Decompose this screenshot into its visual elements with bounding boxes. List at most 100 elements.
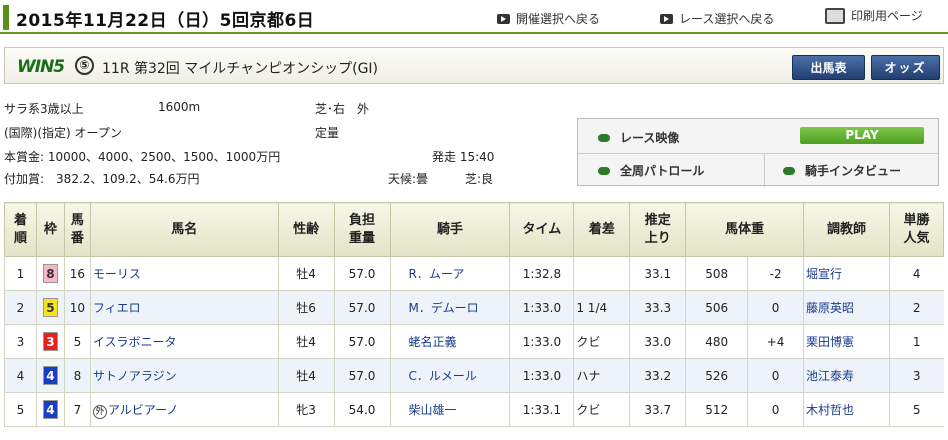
header-horse: 馬名 (89, 202, 279, 257)
cell-trainer: 藤原英昭 (803, 290, 890, 325)
cell-margin: クビ (573, 324, 630, 359)
weather: 天候:曇 (388, 172, 429, 186)
cell-margin: 1 1/4 (573, 290, 630, 325)
header-sexage: 性齢 (277, 202, 335, 257)
divider (764, 153, 765, 187)
horse-link[interactable]: サトノアラジン (93, 369, 177, 383)
header-number: 馬番 (63, 202, 91, 257)
jockey-link[interactable]: R．ムーア (409, 267, 465, 281)
play-icon (497, 13, 510, 24)
header-jockey: 騎手 (389, 202, 511, 257)
race-course: 芝･右 外 (315, 102, 370, 116)
cell-time: 1:33.1 (509, 392, 574, 427)
odds-button[interactable]: オッズ (871, 55, 940, 80)
jockey-link[interactable]: 蛯名正義 (409, 335, 457, 349)
race-type: (国際)(指定) オープン (4, 126, 122, 140)
cell-time: 1:33.0 (509, 358, 574, 393)
cell-sexage: 牝3 (277, 392, 335, 427)
foreign-bred-badge: 外 (92, 404, 107, 419)
back-to-race-link[interactable]: レース選択へ戻る (660, 10, 774, 27)
cell-trainer: 栗田博憲 (803, 324, 890, 359)
cell-bodyweight: 512 (685, 392, 748, 427)
cell-trainer: 木村哲也 (803, 392, 890, 427)
cell-weight: 57.0 (333, 358, 390, 393)
trainer-link[interactable]: 木村哲也 (806, 403, 854, 417)
print-page-link[interactable]: 印刷用ページ (825, 7, 923, 24)
cell-sexage: 牡4 (277, 324, 335, 359)
cell-rank: 5 (4, 392, 37, 427)
cell-jockey: 柴山雄一 (389, 392, 510, 427)
added-prize: 付加賞: 382.2、109.2、54.6万円 (4, 172, 200, 186)
header-trainer: 調教師 (803, 202, 890, 257)
cell-last3f: 33.0 (629, 324, 686, 359)
jockey-link[interactable]: M．デムーロ (409, 301, 479, 315)
race-video-label: レース映像 (620, 131, 680, 145)
cell-bodyweight: 526 (685, 358, 748, 393)
cell-bodyweight: 508 (685, 256, 748, 291)
frame-badge: 5 (42, 298, 58, 317)
race-name: 11R 第32回 マイルチャンピオンシップ(GI) (102, 61, 379, 77)
cell-rank: 3 (4, 324, 37, 359)
horse-link[interactable]: モーリス (93, 267, 141, 281)
weight-rule: 定量 (315, 126, 340, 140)
cell-weight: 57.0 (333, 256, 390, 291)
cell-bodyweight-diff: 0 (747, 392, 804, 427)
video-panel: レース映像 PLAY 全周パトロール 騎手インタビュー (577, 118, 939, 187)
cell-jockey: C．ルメール (389, 358, 510, 393)
race-distance: 1600m (158, 100, 201, 114)
video-icon (598, 133, 610, 142)
race-video-link[interactable]: レース映像 (598, 129, 679, 146)
cell-frame: 4 (35, 358, 65, 393)
frame-badge: 4 (42, 366, 58, 385)
trainer-link[interactable]: 藤原英昭 (806, 301, 854, 315)
horse-link[interactable]: アルビアーノ (108, 403, 178, 417)
cell-frame: 5 (35, 290, 65, 325)
header-weight: 負担重量 (333, 202, 391, 257)
race-card-button[interactable]: 出馬表 (792, 55, 865, 80)
cell-popularity: 4 (888, 256, 944, 291)
jockey-link[interactable]: 柴山雄一 (409, 403, 457, 417)
header-time: タイム (509, 202, 575, 257)
play-icon (660, 13, 673, 24)
patrol-video-link[interactable]: 全周パトロール (598, 162, 704, 179)
jockey-interview-label: 騎手インタビュー (805, 164, 902, 178)
horse-link[interactable]: フィエロ (93, 301, 141, 315)
play-button[interactable]: PLAY (800, 127, 924, 144)
trainer-link[interactable]: 池江泰寿 (806, 369, 854, 383)
back-to-meeting-label: 開催選択へ戻る (516, 12, 601, 26)
cell-horse: 外アルビアーノ (89, 392, 279, 427)
horse-link[interactable]: イスラボニータ (93, 335, 177, 349)
back-to-meeting-link[interactable]: 開催選択へ戻る (497, 10, 600, 27)
win5-logo: WIN5 (17, 57, 65, 77)
cell-frame: 4 (35, 392, 65, 427)
cell-jockey: M．デムーロ (389, 290, 510, 325)
table-header-row: 着順 枠 馬番 馬名 性齢 負担重量 騎手 タイム 着差 推定上り 馬体重 調教… (4, 202, 945, 257)
cell-popularity: 3 (888, 358, 944, 393)
cell-bodyweight-diff: +4 (747, 324, 804, 359)
jockey-link[interactable]: C．ルメール (409, 369, 477, 383)
post-time: 発走 15:40 (432, 150, 495, 164)
cell-number: 7 (63, 392, 91, 427)
cell-trainer: 堀宣行 (803, 256, 890, 291)
cell-sexage: 牡6 (277, 290, 335, 325)
print-page-label: 印刷用ページ (851, 9, 923, 23)
cell-bodyweight: 506 (685, 290, 748, 325)
cell-sexage: 牡4 (277, 256, 335, 291)
patrol-video-label: 全周パトロール (620, 164, 705, 178)
table-row: 3 3 5 イスラボニータ 牡4 57.0 蛯名正義 1:33.0 クビ 33.0 480 +4 栗田博… (4, 324, 944, 359)
cell-weight: 57.0 (333, 290, 390, 325)
cell-rank: 4 (4, 358, 37, 393)
video-icon (783, 166, 795, 175)
header-accent-bar (3, 5, 9, 30)
header-margin: 着差 (573, 202, 631, 257)
trainer-link[interactable]: 堀宣行 (806, 267, 842, 281)
cell-sexage: 牡4 (277, 358, 335, 393)
cell-frame: 3 (35, 324, 65, 359)
printer-icon (825, 7, 845, 24)
page-header: 2015年11月22日（日）5回京都6日 開催選択へ戻る レース選択へ戻る 印刷… (0, 0, 948, 34)
jockey-interview-link[interactable]: 騎手インタビュー (783, 162, 901, 179)
cell-number: 8 (63, 358, 91, 393)
trainer-link[interactable]: 栗田博憲 (806, 335, 854, 349)
cell-horse: サトノアラジン (89, 358, 279, 393)
cell-time: 1:33.0 (509, 324, 574, 359)
